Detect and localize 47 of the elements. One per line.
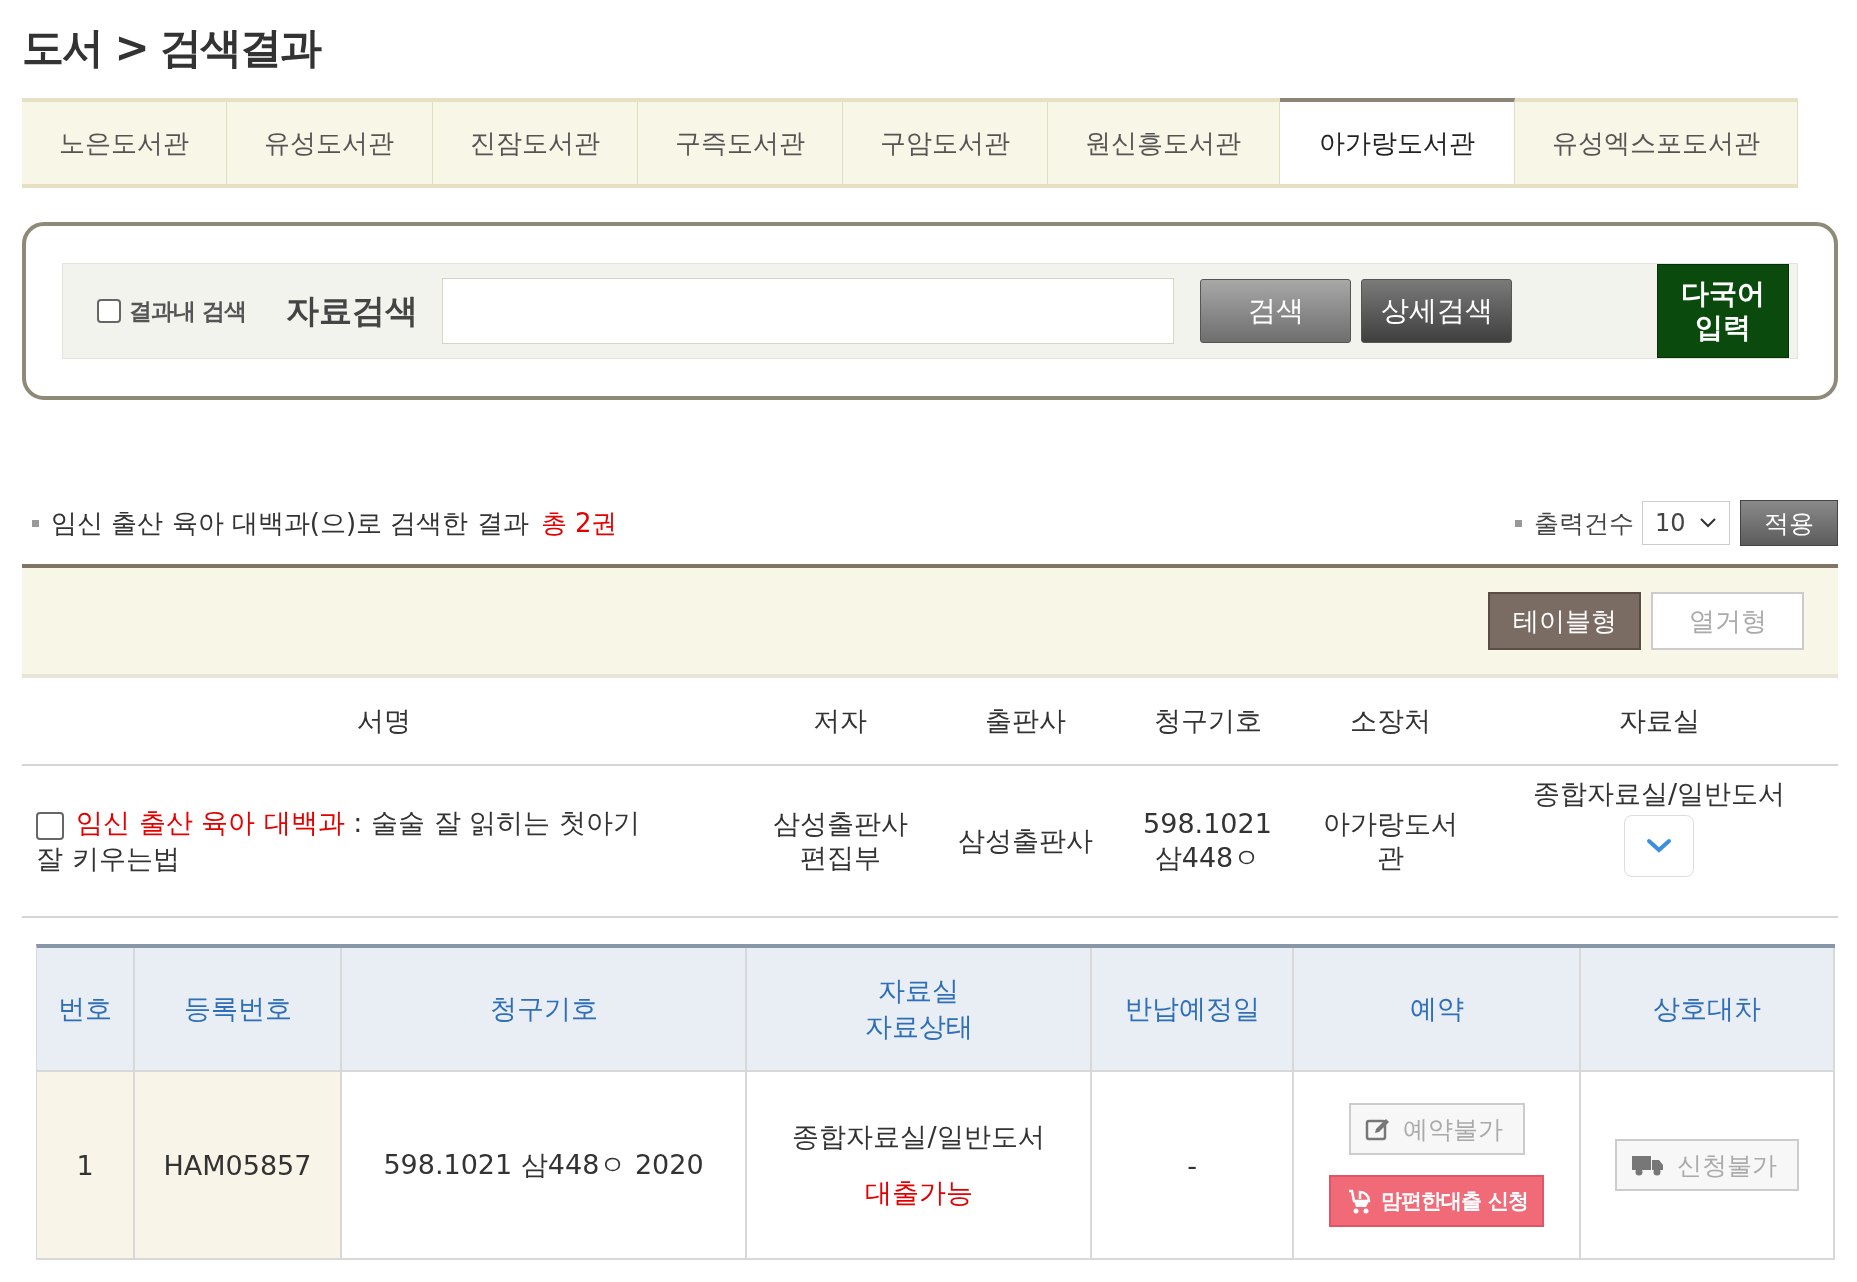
page-size-select[interactable]: 10 <box>1642 501 1730 545</box>
multilang-button[interactable]: 다국어 입력 <box>1657 264 1789 358</box>
column-header: 자료실 자료상태 <box>864 974 973 1044</box>
apply-button[interactable]: 적용 <box>1740 500 1838 546</box>
column-header: 상호대차 <box>1653 992 1761 1026</box>
scope-checkbox[interactable] <box>97 299 121 323</box>
result-total: 총 2권 <box>540 506 618 540</box>
pencil-icon <box>1364 1116 1391 1142</box>
room-cell-text: 종합자료실/일반도서 <box>792 1120 1045 1154</box>
bullet-icon <box>32 519 39 527</box>
search-button[interactable]: 상세검색 <box>1361 279 1512 343</box>
column-header: 청구기호 <box>1152 704 1263 738</box>
number-cell: 1 <box>76 1149 94 1181</box>
due-date-cell: - <box>1187 1149 1197 1181</box>
library-tab[interactable]: 아가랑도서관 <box>1279 98 1515 184</box>
search-label: 자료검색 <box>286 289 418 332</box>
search-field[interactable] <box>442 278 1174 344</box>
column-header: 저자 <box>812 704 868 738</box>
row-checkbox[interactable] <box>36 812 64 840</box>
column-header: 서명 <box>355 704 412 738</box>
column-header: 번호 <box>58 992 112 1026</box>
column-header: 등록번호 <box>183 992 292 1026</box>
chevron-down-icon <box>1646 838 1672 854</box>
book-title[interactable]: 임신 출산 육아 대백과 : 술술 잘 읽히는 첫아기 잘 키우는법 <box>36 805 745 877</box>
column-header: 출판사 <box>983 704 1067 738</box>
column-header: 예약 <box>1409 992 1464 1026</box>
expand-button[interactable] <box>1624 815 1694 877</box>
author-cell-text: 삼성출판사 편집부 <box>771 807 909 875</box>
room-cell: 종합자료실/일반도서 <box>1532 777 1786 811</box>
publisher-cell: 삼성출판사 <box>957 824 1093 858</box>
call-number-cell-text: 598.1021 삼448ㅇ <box>1142 807 1273 875</box>
view-mode-button[interactable]: 테이블형 <box>1488 592 1641 650</box>
column-header: 자료실 <box>1617 704 1701 738</box>
caret-icon <box>1699 517 1717 529</box>
column-header: 청구기호 <box>489 992 598 1026</box>
registration-cell: HAM05857 <box>163 1149 312 1181</box>
location-cell-text: 아가랑도서관 <box>1321 807 1459 875</box>
scope-label: 결과내 검색 <box>129 296 246 326</box>
page-title: 도서 > 검색결과 <box>22 22 322 74</box>
loan-status: 대출가능 <box>864 1176 973 1210</box>
column-header: 소장처 <box>1348 704 1432 738</box>
call-number-cell-text: 598.1021 삼448ㅇ 2020 <box>383 1148 704 1182</box>
page-size-label: 출력건수 <box>1534 507 1634 540</box>
bullet-icon <box>1515 519 1522 527</box>
truck-icon <box>1631 1153 1665 1177</box>
column-header: 반납예정일 <box>1124 992 1260 1026</box>
result-summary: 임신 출산 육아 대백과(으)로 검색한 결과 <box>51 506 529 540</box>
